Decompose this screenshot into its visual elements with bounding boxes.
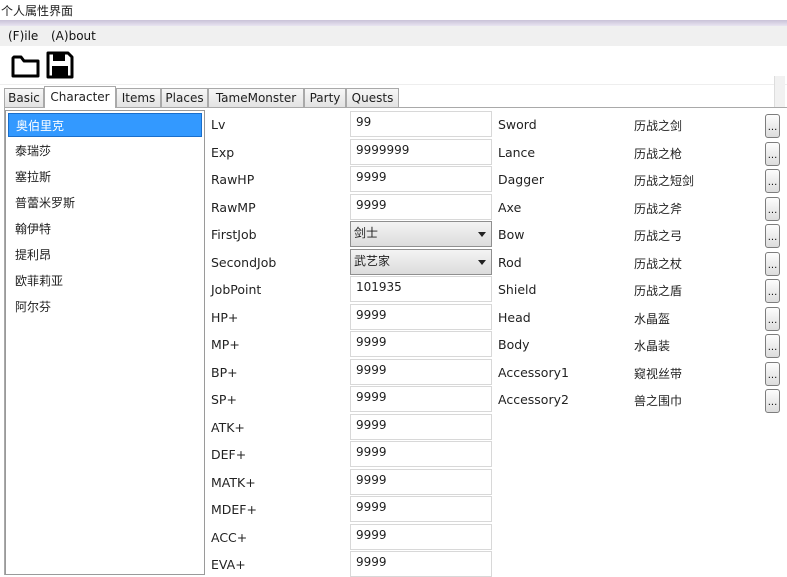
browse-sword-button[interactable]: ... [765,114,780,138]
stat-label-rawmp: RawMP [211,200,256,215]
character-item[interactable]: 阿尔芬 [8,295,202,319]
stat-input-exp[interactable]: 9999999 [350,139,492,165]
equip-label-axe: Axe [498,200,522,215]
equip-value-bow: 历战之弓 [634,229,683,243]
save-button[interactable] [45,50,75,80]
stat-label-bp-plus: BP+ [211,365,238,380]
stat-label-matk-plus: MATK+ [211,475,256,490]
character-item[interactable]: 普蕾米罗斯 [8,191,202,215]
secondjob-selected: 武艺家 [354,254,391,268]
menu-about[interactable]: (A)bout [51,29,96,43]
equip-value-shield: 历战之盾 [634,284,683,298]
stat-input-def-plus[interactable]: 9999 [350,441,492,467]
firstjob-dropdown[interactable]: 剑士 [350,221,492,247]
equip-label-shield: Shield [498,282,537,297]
stat-label-hp-plus: HP+ [211,310,239,325]
equip-value-accessory2: 兽之围巾 [634,394,683,408]
window-title: 个人属性界面 [1,4,74,18]
tabstrip: Basic Character Items Places TameMonster… [0,86,787,108]
stat-input-mdef-plus[interactable]: 9999 [350,496,492,522]
tab-quests[interactable]: Quests [346,88,399,107]
browse-rod-button[interactable]: ... [765,252,780,276]
character-item[interactable]: 塞拉斯 [8,165,202,189]
stat-label-exp: Exp [211,145,235,160]
equip-value-head: 水晶盔 [634,312,671,326]
character-item[interactable]: 提利昂 [8,243,202,267]
floppy-save-icon [46,51,74,79]
chevron-down-icon [478,232,486,237]
menubar: (F)ile (A)bout [0,26,787,47]
equip-label-accessory1: Accessory1 [498,365,569,380]
equip-value-rod: 历战之杖 [634,257,683,271]
equip-label-head: Head [498,310,531,325]
stat-label-mdef-plus: MDEF+ [211,502,257,517]
stat-input-rawmp[interactable]: 9999 [350,194,492,220]
tab-party[interactable]: Party [304,88,346,107]
equip-label-lance: Lance [498,145,536,160]
stat-input-hp-plus[interactable]: 9999 [350,304,492,330]
stat-label-secondjob: SecondJob [211,255,277,270]
tab-character[interactable]: Character [44,86,116,108]
stat-input-atk-plus[interactable]: 9999 [350,414,492,440]
character-item[interactable]: 翰伊特 [8,217,202,241]
stat-label-firstjob: FirstJob [211,227,257,242]
stat-input-sp-plus[interactable]: 9999 [350,386,492,412]
stat-input-rawhp[interactable]: 9999 [350,166,492,192]
stat-label-lv: Lv [211,117,226,132]
character-item[interactable]: 奥伯里克 [8,113,202,137]
browse-head-button[interactable]: ... [765,307,780,331]
menu-file[interactable]: (F)ile [8,29,38,43]
firstjob-selected: 剑士 [354,226,379,240]
tab-basic[interactable]: Basic [4,88,44,107]
browse-accessory2-button[interactable]: ... [765,389,780,413]
stat-label-rawhp: RawHP [211,172,255,187]
equip-label-dagger: Dagger [498,172,544,187]
stat-label-sp-plus: SP+ [211,392,237,407]
window-titlebar: 个人属性界面 [0,0,787,20]
character-item[interactable]: 泰瑞莎 [8,139,202,163]
tab-places[interactable]: Places [161,88,208,107]
stat-input-jobpoint[interactable]: 101935 [350,276,492,302]
browse-bow-button[interactable]: ... [765,224,780,248]
equip-value-accessory1: 窥视丝带 [634,367,683,381]
stat-input-eva-plus[interactable]: 9999 [350,551,492,577]
character-list[interactable]: 奥伯里克 泰瑞莎 塞拉斯 普蕾米罗斯 翰伊特 提利昂 欧菲莉亚 阿尔芬 [5,110,205,575]
toolbar [0,46,787,130]
stat-label-eva-plus: EVA+ [211,557,246,572]
stat-label-atk-plus: ATK+ [211,420,245,435]
stat-input-mp-plus[interactable]: 9999 [350,331,492,357]
stat-label-jobpoint: JobPoint [211,282,262,297]
browse-accessory1-button[interactable]: ... [765,362,780,386]
open-button[interactable] [11,50,41,80]
browse-shield-button[interactable]: ... [765,279,780,303]
stat-label-mp-plus: MP+ [211,337,240,352]
stat-input-bp-plus[interactable]: 9999 [350,359,492,385]
equip-label-accessory2: Accessory2 [498,392,569,407]
equip-label-body: Body [498,337,530,352]
equip-label-bow: Bow [498,227,525,242]
equip-value-body: 水晶装 [634,339,671,353]
secondjob-dropdown[interactable]: 武艺家 [350,249,492,275]
browse-dagger-button[interactable]: ... [765,169,780,193]
browse-lance-button[interactable]: ... [765,142,780,166]
browse-axe-button[interactable]: ... [765,197,780,221]
chevron-down-icon [478,260,486,265]
tab-tamemonster[interactable]: TameMonster [208,88,304,107]
stat-input-acc-plus[interactable]: 9999 [350,524,492,550]
stat-input-matk-plus[interactable]: 9999 [350,469,492,495]
folder-open-icon [11,55,40,78]
equip-value-lance: 历战之枪 [634,147,683,161]
equip-value-dagger: 历战之短剑 [634,174,695,188]
equip-value-axe: 历战之斧 [634,202,683,216]
stat-label-acc-plus: ACC+ [211,530,248,545]
stat-label-def-plus: DEF+ [211,447,247,462]
tab-items[interactable]: Items [116,88,161,107]
stat-input-lv[interactable]: 99 [350,111,492,137]
character-item[interactable]: 欧菲莉亚 [8,269,202,293]
equip-label-sword: Sword [498,117,537,132]
equip-value-sword: 历战之剑 [634,119,683,133]
equip-label-rod: Rod [498,255,522,270]
browse-body-button[interactable]: ... [765,334,780,358]
